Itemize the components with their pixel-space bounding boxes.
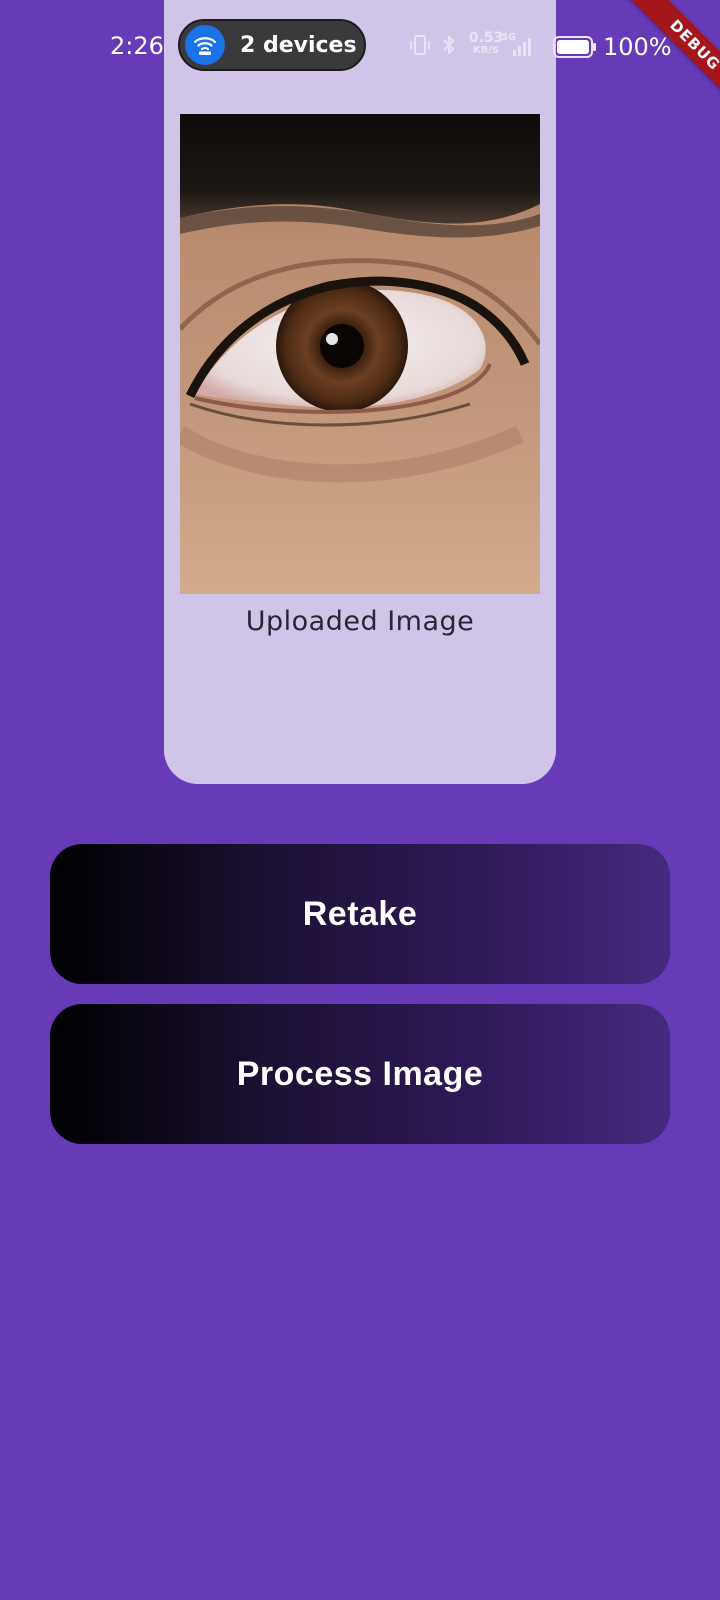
uploaded-eye-image [180, 114, 540, 594]
image-preview-card: Uploaded Image [164, 0, 556, 784]
hotspot-device-count: 2 devices [240, 33, 357, 58]
debug-banner: DEBUG [600, 0, 720, 120]
process-image-button[interactable]: Process Image [50, 1004, 670, 1144]
signal-icon [512, 38, 532, 60]
vibrate-icon [409, 34, 431, 60]
image-caption: Uploaded Image [245, 606, 475, 637]
network-speed-unit: KB/S [472, 45, 500, 56]
bluetooth-icon [441, 34, 457, 60]
hotspot-chip[interactable]: 2 devices [178, 19, 366, 71]
wifi-hotspot-icon [185, 25, 225, 65]
battery-icon [553, 36, 597, 62]
debug-label: DEBUG [625, 0, 720, 115]
status-time: 2:26 [110, 32, 164, 60]
retake-button[interactable]: Retake [50, 844, 670, 984]
